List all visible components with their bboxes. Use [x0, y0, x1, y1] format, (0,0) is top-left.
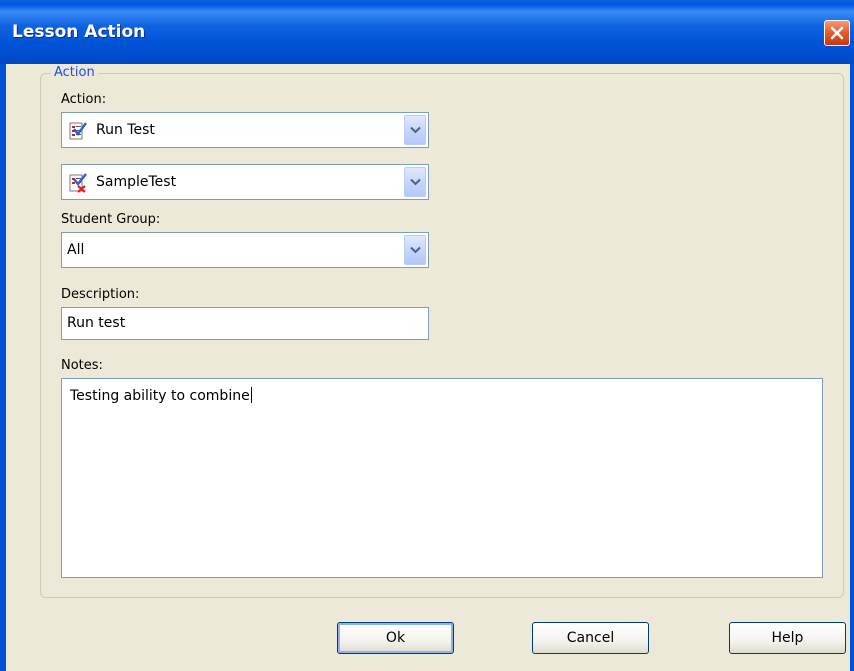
student-group-dropdown-button[interactable]	[404, 235, 426, 265]
test-checklist-x-icon	[69, 173, 87, 193]
window-border-left	[0, 64, 6, 671]
window-border-right	[850, 64, 854, 671]
description-value: Run test	[67, 315, 126, 331]
notes-textarea[interactable]: Testing ability to combine	[61, 378, 823, 578]
chevron-down-icon	[410, 126, 421, 134]
cancel-button[interactable]: Cancel	[532, 622, 649, 654]
test-dropdown-button[interactable]	[404, 167, 426, 197]
description-field[interactable]: Run test	[61, 307, 429, 340]
notes-value: Testing ability to combine	[70, 388, 250, 404]
chevron-down-icon	[410, 246, 421, 254]
close-icon	[830, 26, 844, 40]
chevron-down-icon	[410, 178, 421, 186]
description-label: Description:	[61, 287, 140, 302]
text-caret	[250, 387, 252, 403]
student-group-label: Student Group:	[61, 212, 161, 227]
groupbox-legend: Action	[51, 65, 98, 80]
close-button[interactable]	[824, 20, 850, 46]
action-dropdown-button[interactable]	[404, 115, 426, 145]
student-group-combo[interactable]: All	[61, 232, 429, 268]
test-combo-value: SampleTest	[96, 174, 177, 190]
action-label: Action:	[61, 92, 107, 107]
title-bar[interactable]: Lesson Action	[0, 0, 854, 64]
lesson-action-dialog: Lesson Action Action Action: Run Test Sa…	[0, 0, 854, 671]
notes-content: Testing ability to combine	[70, 387, 252, 404]
ok-button[interactable]: Ok	[337, 622, 454, 654]
action-combo[interactable]: Run Test	[61, 112, 429, 148]
help-button[interactable]: Help	[729, 622, 846, 654]
student-group-combo-value: All	[67, 242, 85, 258]
test-combo[interactable]: SampleTest	[61, 164, 429, 200]
test-checklist-icon	[69, 122, 87, 140]
window-title: Lesson Action	[12, 22, 146, 42]
action-combo-value: Run Test	[96, 122, 155, 138]
notes-label: Notes:	[61, 358, 103, 373]
